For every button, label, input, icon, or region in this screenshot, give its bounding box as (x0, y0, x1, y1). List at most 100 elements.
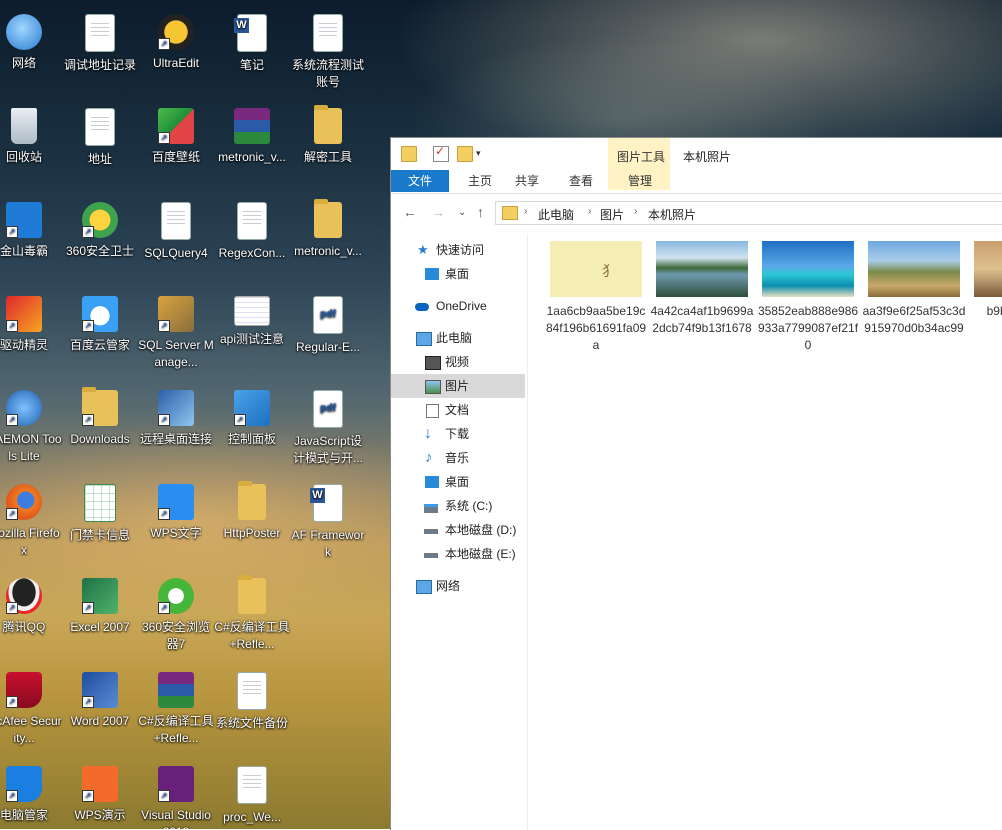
downloads-folder-icon: ↗ (82, 387, 118, 426)
nav-label: 音乐 (445, 451, 470, 465)
desktop-icon-visual-studio[interactable]: ↗ Visual Studio 2013 (138, 766, 214, 829)
folder-icon (314, 199, 342, 238)
desktop-icon-notes[interactable]: 笔记 (214, 14, 290, 74)
nav-desktop-quick[interactable]: 桌面 (391, 262, 525, 286)
shortcut-arrow-icon: ↗ (6, 226, 18, 238)
desktop-icon-metronic-archive[interactable]: metronic_v... (214, 108, 290, 166)
desktop-icon-baidu-cloud[interactable]: ↗ 百度云管家 (62, 296, 138, 354)
nav-documents[interactable]: 文档 (391, 398, 525, 422)
winrar-archive-icon (158, 672, 194, 708)
desktop-icon-access-card[interactable]: 门禁卡信息 (62, 484, 138, 544)
customize-quick-access-icon[interactable]: ▾ (476, 146, 490, 160)
desktop-icon-system-flow[interactable]: 系统流程测试账号 (290, 14, 366, 91)
shortcut-arrow-icon: ↗ (6, 696, 18, 708)
wps-writer-icon: ↗ (158, 484, 194, 520)
desktop-icon-sql-server[interactable]: ↗ SQL Server Manage... (138, 296, 214, 371)
file-explorer-window[interactable]: ▾ 图片工具 本机照片 文件 主页 共享 查看 管理 ← → ⌄ ↑ › 此电脑… (390, 137, 1002, 830)
desktop-icon-excel-2007[interactable]: ↗ Excel 2007 (62, 578, 138, 636)
ultraedit-icon: ↗ (158, 14, 194, 50)
nav-quick-access[interactable]: ★ 快速访问 (391, 238, 525, 262)
desktop-icon-label: SQL Server Manage... (138, 338, 214, 369)
desktop-icon-decrypt-tool[interactable]: 解密工具 (290, 105, 366, 166)
desktop-icon-kingsoft[interactable]: ↗ 金山毒霸 (0, 202, 62, 260)
desktop-icon-ultraedit[interactable]: ↗ UltraEdit (138, 14, 214, 72)
desktop-icon-label: 360安全卫士 (65, 244, 135, 258)
nav-label: 本地磁盘 (D:) (445, 523, 517, 537)
back-arrow-icon[interactable]: ← (403, 204, 417, 220)
desktop-icon-proc-we[interactable]: proc_We... (214, 766, 290, 826)
nav-drive-d[interactable]: 本地磁盘 (D:) (391, 518, 525, 542)
nav-network[interactable]: 网络 (391, 574, 525, 598)
nav-this-pc[interactable]: 此电脑 (391, 326, 525, 350)
desktop-icon-qq[interactable]: ↗ 腾讯QQ (0, 578, 62, 636)
desktop-icon-af-framework[interactable]: AF Framework (290, 484, 366, 561)
nav-music[interactable]: ♪ 音乐 (391, 446, 525, 470)
properties-icon[interactable] (433, 144, 449, 162)
desktop-icon-wps-writer[interactable]: ↗ WPS文字 (138, 484, 214, 542)
documents-icon (426, 404, 439, 418)
shortcut-arrow-icon: ↗ (158, 132, 170, 144)
shortcut-arrow-icon: ↗ (82, 790, 94, 802)
breadcrumb-this-pc[interactable]: 此电脑 (538, 206, 574, 223)
desktop-icon-label: 回收站 (5, 150, 42, 164)
desktop-icon-debug-address[interactable]: 调试地址记录 (62, 14, 138, 74)
desktop-icon-remote-desktop[interactable]: ↗ 远程桌面连接 (138, 390, 214, 448)
desktop-icon-daemon-tools[interactable]: ↗ DAEMON Tools Lite (0, 390, 62, 465)
desktop-icon-pc-manager[interactable]: ↗ 电脑管家 (0, 766, 62, 824)
desktop-icon-baidu-wallpaper[interactable]: ↗ 百度壁纸 (138, 108, 214, 166)
baidu-cloud-icon: ↗ (82, 296, 118, 332)
word-document-icon (310, 484, 343, 522)
desktop-icon-javascript-patterns[interactable]: pdf JavaScript设计模式与开... (290, 390, 366, 467)
desktop-icon-wps-presentation[interactable]: ↗ WPS演示 (62, 766, 138, 824)
desktop-icon-network[interactable]: 网络 (0, 14, 62, 72)
tab-manage[interactable]: 管理 (615, 170, 665, 192)
desktop-icon-driver-genius[interactable]: ↗ 驱动精灵 (0, 296, 62, 354)
video-icon (425, 356, 441, 370)
nav-drive-e[interactable]: 本地磁盘 (E:) (391, 542, 525, 566)
nav-pictures[interactable]: 图片 (391, 374, 525, 398)
desktop-icon-httpposter[interactable]: HttpPoster (214, 481, 290, 542)
desktop-icon-360-security[interactable]: ↗ 360安全卫士 (62, 202, 138, 260)
breadcrumb-pictures[interactable]: 图片 (600, 206, 624, 223)
nav-onedrive[interactable]: OneDrive (391, 294, 525, 318)
sql-file-icon (161, 202, 191, 240)
desktop-icon-address[interactable]: 地址 (62, 108, 138, 168)
tab-view[interactable]: 查看 (561, 170, 601, 192)
desktop-icon-system-backup[interactable]: 系统文件备份 (214, 672, 290, 732)
forward-arrow-icon[interactable]: → (431, 204, 445, 220)
desktop-icon-csharp-decompiler-archive[interactable]: C#反编译工具+Refle... (138, 672, 214, 747)
nav-drive-c[interactable]: 系统 (C:) (391, 494, 525, 518)
desktop-icon-api-test[interactable]: api测试注意 (214, 296, 290, 348)
new-folder-icon[interactable] (457, 146, 473, 162)
desktop-icon-sqlquery4[interactable]: SQLQuery4 (138, 202, 214, 262)
tab-share[interactable]: 共享 (507, 170, 547, 192)
desktop-icon-regexcon[interactable]: RegexCon... (214, 202, 290, 262)
nav-desktop[interactable]: 桌面 (391, 470, 525, 494)
nav-label: 网络 (436, 579, 461, 593)
ribbon-tabs: 文件 主页 共享 查看 管理 (391, 170, 1002, 192)
desktop-icon-regular-e[interactable]: pdf Regular-E... (290, 296, 366, 356)
desktop-icon-recycle-bin[interactable]: 回收站 (0, 108, 62, 166)
winrar-archive-icon (234, 108, 270, 144)
desktop-icon-control-panel[interactable]: ↗ 控制面板 (214, 390, 290, 448)
up-arrow-icon[interactable]: ↑ (477, 204, 484, 220)
shortcut-arrow-icon: ↗ (82, 602, 94, 614)
desktop-icon-firefox[interactable]: ↗ Mozilla Firefox (0, 484, 62, 559)
nav-downloads[interactable]: ↓ 下载 (391, 422, 525, 446)
desktop-icon-mcafee[interactable]: ↗ McAfee Security... (0, 672, 62, 747)
visual-studio-icon: ↗ (158, 766, 194, 802)
kingsoft-antivirus-icon: ↗ (6, 202, 42, 238)
desktop-icon-word-2007[interactable]: ↗ Word 2007 (62, 672, 138, 730)
breadcrumb-local-photos[interactable]: 本机照片 (648, 206, 696, 223)
address-bar[interactable]: › 此电脑 › 图片 › 本机照片 (495, 201, 1002, 225)
desktop-icon-360-browser[interactable]: ↗ 360安全浏览器7 (138, 578, 214, 653)
shortcut-arrow-icon: ↗ (158, 414, 170, 426)
tab-home[interactable]: 主页 (457, 170, 503, 192)
recent-locations-chevron-icon[interactable]: ⌄ (458, 207, 466, 218)
desktop-icon-csharp-decompiler-folder[interactable]: C#反编译工具+Refle... (214, 575, 290, 653)
desktop-icon-metronic-folder[interactable]: metronic_v... (290, 199, 366, 260)
desktop-icon-downloads[interactable]: ↗ Downloads (62, 387, 138, 448)
desktop-icon-label: 门禁卡信息 (69, 528, 130, 542)
tab-file[interactable]: 文件 (391, 170, 449, 192)
nav-videos[interactable]: 视频 (391, 350, 525, 374)
